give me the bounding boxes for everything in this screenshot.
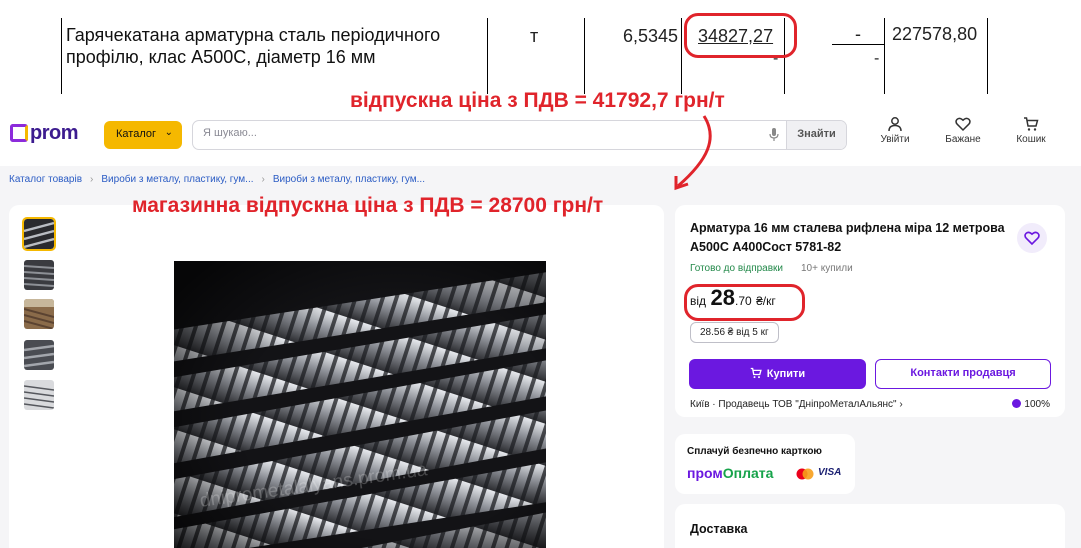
visa-logo: VISA [818,467,842,478]
table-divider [884,18,885,94]
delivery-section: Доставка [675,504,1065,548]
payment-title: Сплачуй безпечно карткою [687,446,822,457]
chevron-right-icon: › [899,399,903,410]
sheet-empty-cell: - [855,24,861,44]
login-button[interactable]: Увійти [867,116,923,145]
store-price-annotation: магазинна відпускна ціна з ПДВ = 28700 г… [132,194,604,217]
sheet-total-cell: 227578,80 [892,24,978,44]
prom-logo-icon [10,124,28,142]
gallery-thumbnail[interactable] [24,299,54,329]
buy-label: Купити [766,368,806,380]
find-button[interactable]: Знайти [786,121,846,149]
search-input[interactable] [203,127,743,139]
gallery-thumbnail[interactable] [22,217,56,251]
breadcrumb: Каталог товарів › Вироби з металу, пластик… [9,174,425,185]
prom-logo[interactable]: prom [10,122,79,145]
contact-seller-button[interactable]: Контакти продавця [875,359,1051,389]
table-divider [487,18,488,94]
cart-label: Кошик [1016,134,1046,145]
product-gallery: dniprometalalyans.prom.ua [9,205,664,548]
gallery-thumbnail[interactable] [24,380,54,410]
wholesale-price-badge[interactable]: 28.56 ₴ від 5 кг [690,322,779,343]
favorites-label: Бажане [945,134,981,145]
logo-text: prom [30,122,79,144]
sheet-description-cell: Гарячекатана арматурна сталь періодичног… [66,25,441,67]
price-highlight-circle [684,13,797,58]
table-divider [987,18,988,94]
cart-icon [1024,117,1039,131]
table-divider [584,18,585,94]
price-highlight-circle [684,284,805,321]
sheet-empty-cell: - [773,50,779,67]
purchase-count: 10+ купили [801,263,853,274]
heart-icon [955,117,971,132]
payment-brand-a: пром [687,465,723,481]
prom-product-page: prom Каталог ⌄ Знайти Увійти Бажане Коши… [0,96,1081,548]
seller-info: Київ · Продавець ТОВ "ДніпроМеталАльянс" [690,399,897,410]
delivery-title: Доставка [690,522,748,536]
secure-payment-card: Сплачуй безпечно карткою промОплата VISA [675,434,855,494]
rating-value: 100% [1024,399,1050,410]
table-divider [681,18,682,94]
availability-status: Готово до відправки [690,263,784,274]
gallery-thumbnail[interactable] [24,340,54,370]
sheet-underline [832,44,884,45]
rating-icon [1012,399,1022,408]
sheet-unit-cell: т [530,26,539,46]
breadcrumb-item[interactable]: Вироби з металу, пластику, гум... [101,174,253,185]
search-bar: Знайти [192,120,847,150]
seller-link[interactable]: Київ · Продавець ТОВ "ДніпроМеталАльянс"… [690,399,903,410]
prom-payment-logo: промОплата [687,465,773,481]
sheet-empty-cell: - [874,50,880,67]
product-title: Арматура 16 мм сталева рифлена міра 12 м… [690,221,1005,254]
user-icon [888,117,902,132]
login-label: Увійти [880,134,910,145]
breadcrumb-item[interactable]: Вироби з металу, пластику, гум... [273,174,425,185]
spreadsheet-fragment: Гарячекатана арматурна сталь періодичног… [0,0,1081,96]
vat-price-annotation: відпускна ціна з ПДВ = 41792,7 грн/т [350,89,725,112]
table-divider [61,18,62,94]
catalog-button[interactable]: Каталог ⌄ [104,121,182,149]
cart-button[interactable]: Кошик [1003,116,1059,145]
microphone-icon[interactable] [769,128,779,142]
chevron-down-icon: ⌄ [164,127,173,138]
favorites-button[interactable]: Бажане [935,116,991,145]
chevron-right-icon: › [261,174,265,185]
catalog-label: Каталог [116,128,156,140]
buy-button[interactable]: Купити [689,359,866,389]
mastercard-icon [796,468,814,480]
breadcrumb-item[interactable]: Каталог товарів [9,174,82,185]
add-to-favorites-button[interactable] [1017,223,1047,253]
seller-rating: 100% [1012,399,1050,410]
heart-icon [1024,231,1040,246]
chevron-right-icon: › [90,174,94,185]
sheet-quantity-cell: 6,5345 [622,26,678,46]
payment-brand-b: Оплата [722,465,774,481]
cart-icon [750,367,762,379]
gallery-thumbnail[interactable] [24,260,54,290]
